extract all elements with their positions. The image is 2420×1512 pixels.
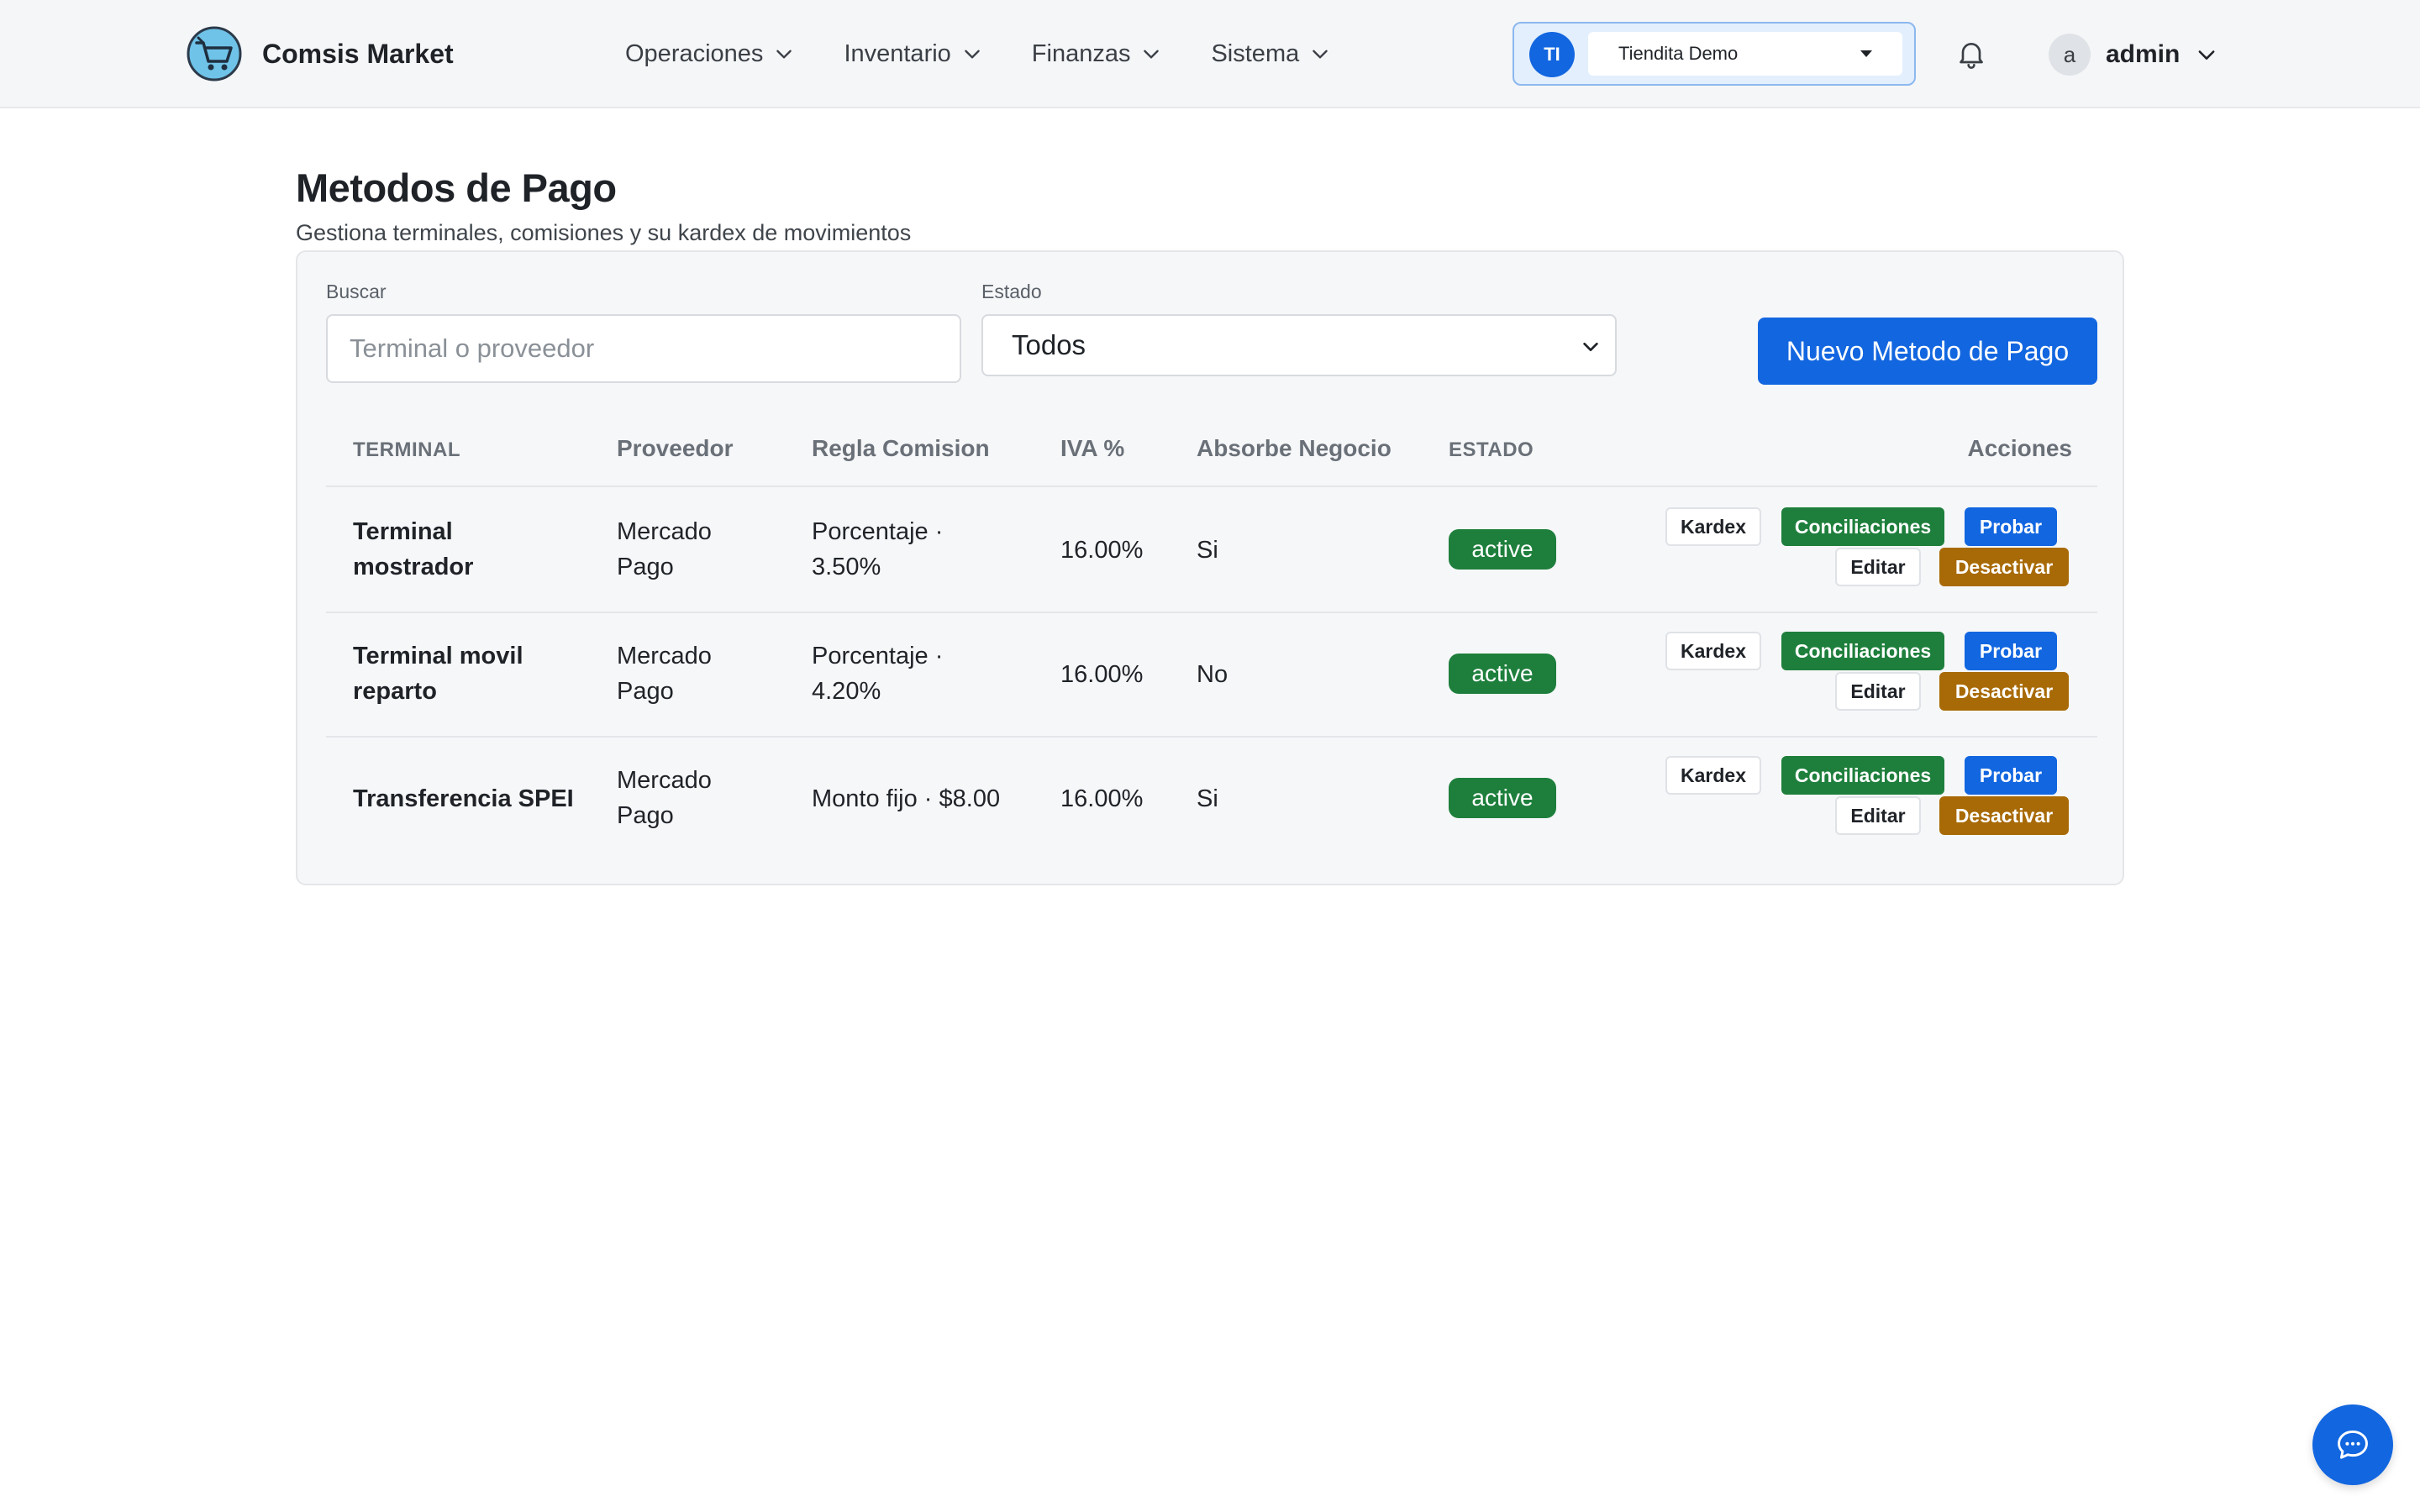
- user-name: admin: [2106, 40, 2181, 68]
- nav-item-operaciones[interactable]: Operaciones: [625, 40, 795, 68]
- table-row: Terminal mostrador Mercado Pago Porcentaje…: [326, 489, 2097, 613]
- status-badge: active: [1449, 529, 1556, 570]
- table-row: Transferencia SPEI Mercado Pago Monto fij…: [326, 738, 2097, 862]
- status-select-value: Todos: [1012, 329, 1086, 360]
- top-navbar: Comsis Market Operaciones Inventario Fin…: [0, 0, 2420, 108]
- cell-terminal: Terminal movil reparto: [353, 643, 523, 705]
- search-input[interactable]: [326, 314, 961, 383]
- shopping-cart-icon: [187, 26, 242, 81]
- cell-provider: Mercado Pago: [617, 518, 712, 580]
- cell-absorbs: No: [1197, 661, 1228, 688]
- column-header-terminal: TERMINAL: [353, 438, 460, 461]
- nav-item-finanzas[interactable]: Finanzas: [1032, 40, 1163, 68]
- store-switcher: TI Tiendita Demo: [1512, 22, 1916, 86]
- reconciliations-button[interactable]: Conciliaciones: [1781, 632, 1944, 670]
- chevron-down-icon: [1583, 342, 1598, 352]
- chevron-down-icon: [2198, 50, 2215, 60]
- payment-methods-card: Buscar Estado Todos Nuevo Metodo de Pago…: [296, 250, 2124, 885]
- cell-rule: Monto fijo · $8.00: [812, 785, 1001, 812]
- column-header-rule: Regla Comision: [812, 435, 990, 461]
- avatar: a: [2049, 34, 2091, 76]
- edit-button[interactable]: Editar: [1835, 672, 1921, 711]
- user-menu[interactable]: a admin: [2049, 34, 2218, 76]
- kardex-button[interactable]: Kardex: [1665, 507, 1761, 546]
- brand[interactable]: Comsis Market: [187, 25, 454, 82]
- caret-down-icon: [1860, 50, 1872, 57]
- nav-item-sistema[interactable]: Sistema: [1211, 40, 1331, 68]
- search-label: Buscar: [326, 281, 387, 302]
- cell-provider: Mercado Pago: [617, 643, 712, 705]
- cell-terminal: Terminal mostrador: [353, 518, 474, 580]
- cell-rule: Porcentaje · 4.20%: [812, 643, 944, 705]
- edit-button[interactable]: Editar: [1835, 548, 1921, 586]
- column-header-provider: Proveedor: [617, 435, 734, 461]
- nav-item-label: Sistema: [1211, 39, 1300, 67]
- chat-bubble-icon: [2338, 1430, 2368, 1459]
- page-title: Metodos de Pago: [296, 165, 617, 210]
- chevron-down-icon: [776, 50, 792, 59]
- status-select[interactable]: Todos: [981, 314, 1617, 376]
- store-avatar: TI: [1529, 32, 1575, 77]
- reconciliations-button[interactable]: Conciliaciones: [1781, 756, 1944, 795]
- chat-button[interactable]: [2312, 1404, 2393, 1485]
- column-header-actions: Acciones: [1967, 435, 2073, 461]
- reconciliations-button[interactable]: Conciliaciones: [1781, 507, 1944, 546]
- deactivate-button[interactable]: Desactivar: [1939, 796, 2069, 835]
- column-header-iva: IVA %: [1060, 435, 1125, 461]
- status-label: Estado: [981, 281, 1042, 302]
- brand-name: Comsis Market: [262, 38, 454, 69]
- cell-iva: 16.00%: [1060, 537, 1144, 564]
- table-row: Terminal movil reparto Mercado Pago Porcen…: [326, 613, 2097, 738]
- store-select[interactable]: Tiendita Demo: [1588, 32, 1902, 76]
- nav-item-inventario[interactable]: Inventario: [844, 40, 982, 68]
- cell-absorbs: Si: [1197, 785, 1218, 812]
- table-header: TERMINAL Proveedor Regla Comision IVA % …: [326, 417, 2097, 487]
- nav-item-label: Inventario: [844, 39, 951, 67]
- cell-iva: 16.00%: [1060, 661, 1144, 688]
- test-button[interactable]: Probar: [1965, 756, 2057, 795]
- deactivate-button[interactable]: Desactivar: [1939, 672, 2069, 711]
- test-button[interactable]: Probar: [1965, 632, 2057, 670]
- test-button[interactable]: Probar: [1965, 507, 2057, 546]
- column-header-status: ESTADO: [1449, 438, 1534, 461]
- store-select-value: Tiendita Demo: [1618, 43, 1739, 64]
- kardex-button[interactable]: Kardex: [1665, 756, 1761, 795]
- chevron-down-icon: [1313, 50, 1328, 59]
- cell-rule: Porcentaje · 3.50%: [812, 518, 944, 580]
- kardex-button[interactable]: Kardex: [1665, 632, 1761, 670]
- page-subtitle: Gestiona terminales, comisiones y su kar…: [296, 220, 912, 245]
- nav-item-label: Operaciones: [625, 39, 764, 67]
- cell-terminal: Transferencia SPEI: [353, 785, 574, 812]
- new-payment-method-button[interactable]: Nuevo Metodo de Pago: [1758, 318, 2097, 385]
- column-header-absorbs: Absorbe Negocio: [1197, 435, 1392, 461]
- cell-provider: Mercado Pago: [617, 767, 712, 829]
- chevron-down-icon: [1144, 50, 1160, 59]
- status-badge: active: [1449, 654, 1556, 694]
- edit-button[interactable]: Editar: [1835, 796, 1921, 835]
- main-nav: Operaciones Inventario Finanzas Sistema: [625, 25, 1380, 82]
- cell-absorbs: Si: [1197, 537, 1218, 564]
- status-badge: active: [1449, 778, 1556, 818]
- cell-iva: 16.00%: [1060, 785, 1144, 812]
- bell-icon[interactable]: [1954, 37, 1988, 71]
- chevron-down-icon: [965, 50, 980, 59]
- deactivate-button[interactable]: Desactivar: [1939, 548, 2069, 586]
- nav-item-label: Finanzas: [1031, 39, 1131, 67]
